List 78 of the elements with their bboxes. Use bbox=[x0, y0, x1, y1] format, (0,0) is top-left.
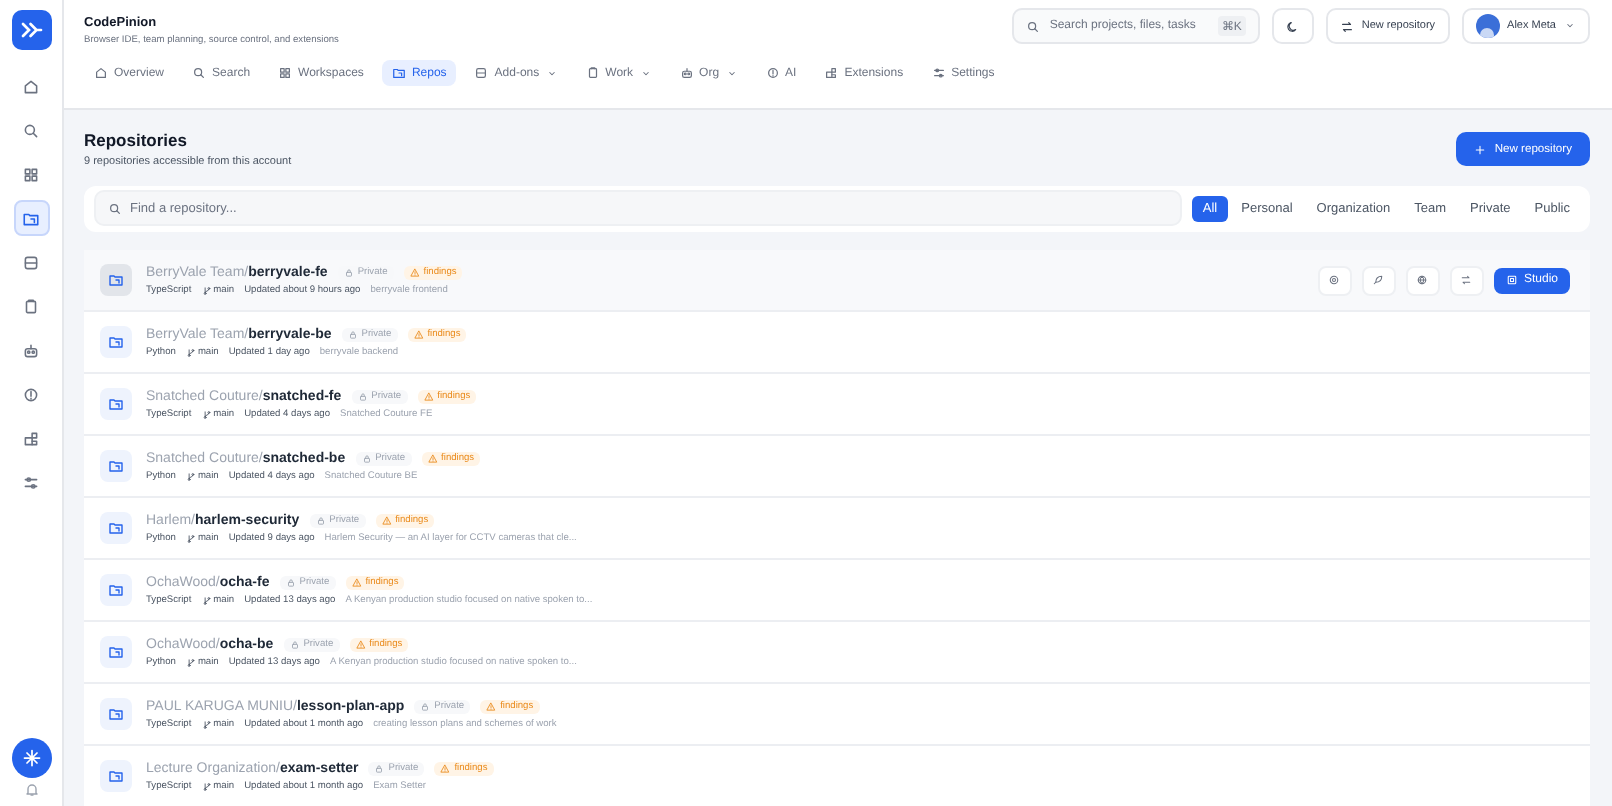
chevron-icon bbox=[639, 67, 652, 79]
robot-icon bbox=[22, 341, 40, 359]
info-icon bbox=[765, 66, 780, 80]
folder-icon bbox=[108, 458, 124, 474]
search-icon bbox=[108, 201, 122, 216]
target-button[interactable] bbox=[1317, 265, 1352, 295]
sparkle-icon bbox=[21, 748, 41, 768]
chevron-icon bbox=[1564, 20, 1576, 32]
sidebar-item[interactable] bbox=[13, 200, 49, 236]
warning-icon bbox=[409, 267, 420, 277]
square-icon bbox=[1505, 274, 1518, 286]
clipboard-icon bbox=[22, 297, 40, 315]
branch-icon bbox=[201, 409, 212, 419]
puzzle-icon bbox=[824, 66, 839, 80]
lock-icon bbox=[285, 577, 296, 587]
lock-icon bbox=[315, 515, 326, 525]
folder-icon bbox=[108, 768, 124, 784]
folder-icon bbox=[108, 582, 124, 598]
lock-icon bbox=[343, 267, 354, 277]
warning-icon bbox=[351, 577, 362, 587]
lock-icon bbox=[289, 639, 300, 649]
folder-icon bbox=[108, 272, 124, 288]
lock-icon bbox=[374, 763, 385, 773]
sliders-icon bbox=[22, 473, 40, 491]
warning-icon bbox=[381, 515, 392, 525]
home-icon bbox=[94, 66, 108, 80]
app-logo[interactable] bbox=[11, 10, 51, 50]
folder-icon bbox=[22, 209, 40, 227]
assistant-button[interactable] bbox=[11, 738, 51, 778]
lock-icon bbox=[420, 701, 431, 711]
target-icon bbox=[1328, 274, 1341, 286]
globe-button[interactable] bbox=[1405, 265, 1440, 295]
grid-icon bbox=[278, 66, 293, 80]
globe-icon bbox=[1416, 274, 1429, 286]
avatar bbox=[1475, 14, 1500, 38]
chevron-icon bbox=[725, 67, 738, 79]
theme-toggle[interactable] bbox=[1271, 8, 1314, 44]
branch-icon bbox=[201, 595, 212, 605]
folder-icon bbox=[391, 66, 406, 80]
branch-icon bbox=[201, 719, 212, 729]
search-icon bbox=[192, 66, 207, 80]
bell-icon bbox=[23, 782, 39, 798]
warning-icon bbox=[423, 391, 434, 401]
info-icon bbox=[22, 385, 40, 403]
search-icon bbox=[1025, 19, 1040, 33]
lock-icon bbox=[357, 391, 368, 401]
warning-icon bbox=[440, 763, 451, 773]
plus-icon bbox=[1474, 143, 1487, 156]
chevron-icon bbox=[545, 67, 558, 79]
search-icon bbox=[22, 121, 40, 139]
folder-icon bbox=[108, 334, 124, 350]
grid-icon bbox=[22, 165, 40, 183]
database-icon bbox=[474, 66, 489, 80]
moon-icon bbox=[1285, 19, 1300, 33]
folder-icon bbox=[108, 706, 124, 722]
warning-icon bbox=[355, 639, 366, 649]
lock-icon bbox=[347, 329, 358, 339]
database-icon bbox=[22, 253, 40, 271]
folder-icon bbox=[108, 644, 124, 660]
branch-icon bbox=[185, 347, 196, 357]
branch-icon bbox=[185, 471, 196, 481]
clipboard-icon bbox=[585, 66, 600, 80]
branch-icon bbox=[185, 533, 196, 543]
branch-icon bbox=[201, 285, 212, 295]
lock-icon bbox=[361, 453, 372, 463]
sliders-icon bbox=[931, 66, 946, 80]
folder-icon bbox=[108, 396, 124, 412]
page-title: Repositories bbox=[84, 130, 189, 151]
robot-icon bbox=[679, 66, 694, 80]
branch-icon bbox=[185, 657, 196, 667]
swap-icon bbox=[1460, 274, 1473, 286]
puzzle-icon bbox=[22, 429, 40, 447]
branch-icon bbox=[201, 781, 212, 791]
folder-icon bbox=[108, 520, 124, 536]
home-icon bbox=[22, 77, 40, 95]
warning-icon bbox=[413, 329, 424, 339]
warning-icon bbox=[486, 701, 497, 711]
warning-icon bbox=[427, 453, 438, 463]
